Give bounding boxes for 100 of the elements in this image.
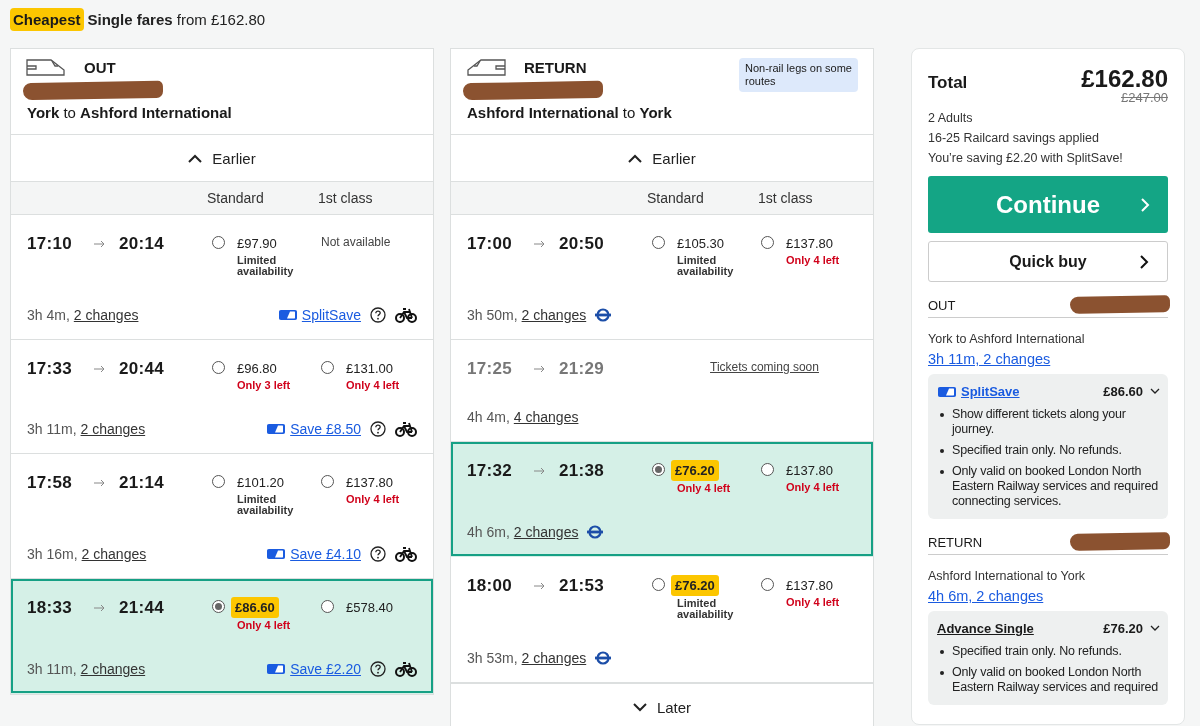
radio-button[interactable] bbox=[652, 463, 665, 476]
changes-link[interactable]: 2 changes bbox=[513, 524, 579, 540]
departure-time: 17:00 bbox=[467, 234, 513, 254]
route-title: York to Ashford International bbox=[27, 104, 233, 121]
departure-time: 17:25 bbox=[467, 359, 513, 379]
arrival-time: 21:14 bbox=[119, 473, 164, 493]
radio-button[interactable] bbox=[652, 236, 665, 249]
departure-time: 17:32 bbox=[467, 461, 513, 481]
quick-buy-button[interactable]: Quick buy bbox=[928, 241, 1168, 282]
journey-duration: 3h 53m, bbox=[467, 650, 518, 666]
train-option[interactable]: 17:33 20:44 £96.80 Only 3 left £131.00 Only 4 left 3h 11m, 2 changes Save £8.50 bbox=[11, 340, 433, 454]
help-icon[interactable] bbox=[370, 661, 386, 677]
changes-link[interactable]: 2 changes bbox=[80, 421, 146, 437]
radio-button[interactable] bbox=[212, 236, 225, 249]
arrow-icon bbox=[94, 478, 105, 488]
ticket-name-link[interactable]: Advance Single bbox=[937, 621, 1034, 636]
availability-note: Only 3 left bbox=[237, 380, 291, 391]
fare-price: £76.20 bbox=[671, 460, 719, 481]
arrow-icon bbox=[534, 364, 545, 374]
help-icon[interactable] bbox=[370, 546, 386, 562]
availability-note: Only 4 left bbox=[346, 380, 400, 391]
availability-note: Only 4 left bbox=[346, 494, 400, 505]
arrival-time: 20:50 bbox=[559, 234, 604, 254]
bullet-icon bbox=[940, 671, 944, 675]
splitsave-icon bbox=[937, 385, 957, 398]
radio-button[interactable] bbox=[761, 463, 774, 476]
original-price: £247.00 bbox=[1120, 90, 1168, 105]
arrow-icon bbox=[94, 364, 105, 374]
radio-button[interactable] bbox=[212, 475, 225, 488]
info-badge: Non-rail legs on some routes bbox=[739, 58, 858, 92]
availability-note: Only 4 left bbox=[237, 620, 291, 631]
changes-link[interactable]: 2 changes bbox=[521, 650, 587, 666]
arrival-time: 21:44 bbox=[119, 598, 164, 618]
arrow-icon bbox=[534, 239, 545, 249]
arrival-time: 20:44 bbox=[119, 359, 164, 379]
train-option[interactable]: 17:32 21:38 £76.20 Only 4 left £137.80 Only 4 left 4h 6m, 2 changes bbox=[451, 442, 873, 557]
radio-button[interactable] bbox=[212, 600, 225, 613]
fare-price: £96.80 bbox=[237, 360, 277, 378]
train-option[interactable]: 17:00 20:50 £105.30 Limited availability £137.80 Only 4 left 3h 50m, 2 changes bbox=[451, 215, 873, 340]
availability-note: Limited availability bbox=[237, 494, 295, 516]
fare-price: £76.20 bbox=[671, 575, 719, 596]
radio-button[interactable] bbox=[761, 236, 774, 249]
chevron-up-icon bbox=[188, 152, 203, 164]
arrow-icon bbox=[94, 239, 105, 249]
radio-button[interactable] bbox=[212, 361, 225, 374]
splitsave-icon bbox=[266, 663, 287, 675]
journey-duration: 3h 11m, bbox=[27, 661, 77, 677]
route-title: Ashford International to York bbox=[467, 104, 673, 121]
changes-link[interactable]: 2 changes bbox=[81, 546, 147, 562]
radio-button[interactable] bbox=[652, 578, 665, 591]
changes-link[interactable]: 2 changes bbox=[521, 307, 587, 323]
journey-link[interactable]: 3h 11m, 2 changes bbox=[928, 351, 1051, 367]
chevron-down-icon bbox=[632, 701, 647, 713]
help-icon[interactable] bbox=[370, 421, 386, 437]
changes-link[interactable]: 2 changes bbox=[73, 307, 139, 323]
departure-time: 17:10 bbox=[27, 234, 73, 254]
savings-link[interactable]: Save £2.20 bbox=[290, 661, 361, 677]
train-option[interactable]: 18:33 21:44 £86.60 Only 4 left £578.40 3h 11m, 2 changes Save £2.20 bbox=[11, 579, 433, 694]
radio-button[interactable] bbox=[321, 600, 334, 613]
train-option[interactable]: 17:10 20:14 £97.90 Limited availability Not available 3h 4m, 2 changes SplitSave bbox=[11, 215, 433, 340]
arrival-time: 21:38 bbox=[559, 461, 604, 481]
help-icon[interactable] bbox=[370, 307, 386, 323]
availability-note: Limited availability bbox=[237, 255, 295, 277]
summary-text: 2 Adults bbox=[928, 110, 974, 127]
departure-time: 18:00 bbox=[467, 576, 513, 596]
savings-link[interactable]: SplitSave bbox=[301, 307, 361, 323]
fare-price: £105.30 bbox=[677, 235, 724, 253]
changes-link[interactable]: 2 changes bbox=[80, 661, 146, 677]
departure-time: 17:33 bbox=[27, 359, 73, 379]
radio-button[interactable] bbox=[321, 475, 334, 488]
radio-button[interactable] bbox=[761, 578, 774, 591]
fare-price: £137.80 bbox=[346, 474, 393, 492]
direction-label: RETURN bbox=[524, 59, 587, 76]
savings-link[interactable]: Save £8.50 bbox=[290, 421, 361, 437]
leg-route: Ashford International to York bbox=[928, 569, 1087, 583]
ticket-name-link[interactable]: SplitSave bbox=[961, 384, 1020, 399]
train-icon bbox=[26, 58, 66, 77]
journey-duration: 3h 16m, bbox=[27, 546, 78, 562]
availability-note: Limited availability bbox=[677, 255, 735, 277]
chevron-down-icon bbox=[1150, 625, 1160, 632]
unavailable-text: Not available bbox=[321, 234, 392, 249]
arrow-icon bbox=[534, 581, 545, 591]
radio-button[interactable] bbox=[321, 361, 334, 374]
fare-price: £97.90 bbox=[237, 235, 277, 253]
journey-duration: 3h 50m, bbox=[467, 307, 518, 323]
ticket-condition: Only valid on booked London North Eastern Railway services and required bbox=[952, 665, 1159, 695]
fare-price: £137.80 bbox=[786, 577, 833, 595]
leg-route: York to Ashford International bbox=[928, 332, 1086, 346]
fare-price: £131.00 bbox=[346, 360, 393, 378]
column-header: Standard bbox=[647, 190, 705, 206]
summary-text: You’re saving £2.20 with SplitSave! bbox=[928, 150, 1124, 167]
column-header: 1st class bbox=[758, 190, 814, 206]
journey-duration: 4h 4m, bbox=[467, 409, 510, 425]
savings-link[interactable]: Save £4.10 bbox=[290, 546, 361, 562]
total-price: £162.80 bbox=[1081, 65, 1168, 93]
fare-price: £86.60 bbox=[231, 597, 279, 618]
availability-note: Limited availability bbox=[677, 598, 735, 620]
journey-link[interactable]: 4h 6m, 2 changes bbox=[928, 588, 1044, 604]
cheapest-badge: Cheapest bbox=[10, 8, 84, 31]
chevron-right-icon bbox=[1140, 197, 1150, 212]
